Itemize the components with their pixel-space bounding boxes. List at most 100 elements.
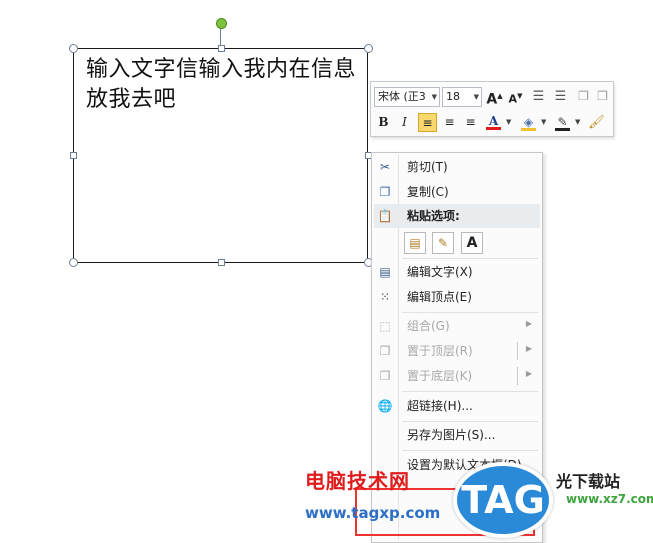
font-size-select[interactable]: 18 ▼ [442, 87, 482, 107]
font-name-value: 宋体 (正3 [378, 90, 426, 103]
menu-item-edit-text[interactable]: ▤ 编辑文字(X) [374, 260, 540, 284]
resize-handle-bottom-left[interactable] [69, 258, 78, 267]
menu-item-save-as-picture[interactable]: 另存为图片(S)... [374, 423, 540, 447]
menu-item-edit-points[interactable]: ⁙ 编辑顶点(E) [374, 285, 540, 309]
hyperlink-icon: 🌐 [377, 399, 393, 413]
outline-color-swatch [555, 128, 570, 131]
menu-item-label: 编辑顶点(E) [407, 290, 472, 304]
bring-forward-button[interactable]: ❐ [574, 87, 593, 106]
watermark-title: 电脑技术网 [305, 469, 410, 493]
split-divider [517, 367, 518, 385]
menu-item-label: 组合(G) [407, 319, 450, 333]
font-name-select[interactable]: 宋体 (正3 ▼ [374, 87, 440, 107]
menu-item-label: 编辑文字(X) [407, 265, 473, 279]
menu-item-label: 粘贴选项: [407, 209, 460, 223]
format-painter-button[interactable]: 🖌 [587, 113, 606, 132]
chevron-down-icon: ▼ [473, 93, 479, 101]
pen-icon: ✎ [557, 115, 568, 129]
paste-keep-formatting-button[interactable]: ✎ [432, 232, 454, 254]
menu-item-send-to-back[interactable]: ❐ 置于底层(K) ▶ [374, 364, 540, 388]
paste-clipboard-icon: ▤ [409, 236, 421, 250]
watermark-logo: TAG [453, 462, 553, 538]
bring-forward-icon: ❐ [578, 89, 589, 103]
resize-handle-bottom[interactable] [218, 259, 225, 266]
increase-indent-icon: ☰ [554, 89, 567, 104]
menu-item-cut[interactable]: ✂ 剪切(T) [374, 155, 540, 179]
menu-item-label: 另存为图片(S)... [407, 428, 496, 442]
paste-format-icon: ✎ [437, 236, 449, 250]
resize-handle-top-right[interactable] [364, 44, 373, 53]
chevron-down-icon: ▼ [431, 93, 437, 101]
paste-icon: 📋 [377, 209, 393, 223]
chevron-down-icon[interactable]: ▼ [575, 118, 580, 126]
submenu-arrow-icon: ▶ [525, 319, 532, 328]
italic-icon: I [402, 115, 407, 129]
menu-separator [402, 421, 538, 422]
menu-item-group[interactable]: ⬚ 组合(G) ▶ [374, 314, 540, 338]
paste-text-icon: A [466, 235, 478, 251]
font-color-icon: A [488, 114, 499, 128]
decrease-indent-button[interactable]: ☰ [529, 87, 548, 106]
menu-item-label: 超链接(H)... [407, 399, 473, 413]
rotate-handle[interactable] [216, 18, 227, 29]
resize-handle-top-left[interactable] [69, 44, 78, 53]
menu-item-bring-to-front[interactable]: ❐ 置于顶层(R) ▶ [374, 339, 540, 363]
menu-item-label: 置于顶层(R) [407, 344, 473, 358]
shrink-font-button[interactable]: A▼ [506, 87, 525, 106]
bring-to-front-icon: ❐ [379, 344, 391, 358]
align-right-icon: ≡ [465, 115, 476, 129]
text-box-content[interactable]: 输入文字信输入我内在信息放我去吧 [86, 55, 357, 115]
text-box[interactable]: 输入文字信输入我内在信息放我去吧 [73, 48, 368, 263]
menu-item-label: 复制(C) [407, 185, 449, 199]
send-backward-button[interactable]: ❐ [593, 87, 612, 106]
copy-icon: ❐ [379, 185, 391, 199]
menu-separator [402, 312, 538, 313]
watermark-url: www.tagxp.com [305, 504, 441, 522]
paste-use-theme-button[interactable]: ▤ [404, 232, 426, 254]
group-icon: ⬚ [379, 319, 391, 333]
mini-toolbar: 宋体 (正3 ▼ 18 ▼ A▲ A▼ ☰ ☰ ❐ ❐ B I ≡ ≡ ≡ A … [370, 81, 614, 137]
format-painter-icon: 🖌 [588, 115, 605, 130]
scissors-icon: ✂ [379, 160, 391, 174]
watermark-site: 光下载站 [556, 472, 621, 491]
bold-button[interactable]: B [374, 113, 393, 132]
send-backward-icon: ❐ [597, 89, 608, 103]
submenu-arrow-icon[interactable]: ▶ [526, 369, 532, 378]
font-size-value: 18 [446, 90, 460, 103]
edit-points-icon: ⁙ [379, 290, 391, 304]
send-to-back-icon: ❐ [379, 369, 391, 383]
chevron-down-icon[interactable]: ▼ [506, 118, 511, 126]
increase-indent-button[interactable]: ☰ [551, 87, 570, 106]
outline-color-button[interactable]: ✎ [553, 113, 572, 132]
bold-icon: B [378, 115, 389, 129]
menu-item-label: 剪切(T) [407, 160, 448, 174]
align-center-icon: ≡ [444, 115, 455, 129]
align-left-icon: ≡ [422, 116, 433, 130]
menu-item-label: 置于底层(K) [407, 369, 473, 383]
edit-text-icon: ▤ [379, 265, 391, 279]
menu-item-paste-options: 📋 粘贴选项: [374, 204, 540, 228]
align-left-button[interactable]: ≡ [418, 113, 437, 132]
fill-color-swatch [521, 128, 536, 131]
menu-separator [402, 258, 538, 259]
submenu-arrow-icon[interactable]: ▶ [526, 344, 532, 353]
resize-handle-left[interactable] [70, 152, 77, 159]
watermark-site-url: www.xz7.com [566, 492, 653, 506]
paste-text-only-button[interactable]: A [461, 232, 483, 254]
resize-handle-top[interactable] [218, 45, 225, 52]
menu-separator [402, 391, 538, 392]
split-divider [517, 342, 518, 360]
fill-color-button[interactable]: ◈ [519, 113, 538, 132]
font-color-button[interactable]: A [484, 112, 503, 131]
menu-separator [402, 450, 538, 451]
align-right-button[interactable]: ≡ [461, 113, 480, 132]
shrink-font-icon: A [508, 92, 518, 106]
chevron-down-icon[interactable]: ▼ [541, 118, 546, 126]
menu-item-hyperlink[interactable]: 🌐 超链接(H)... [374, 394, 540, 418]
decrease-indent-icon: ☰ [532, 89, 545, 104]
font-color-swatch [486, 127, 501, 130]
italic-button[interactable]: I [395, 113, 414, 132]
menu-item-copy[interactable]: ❐ 复制(C) [374, 180, 540, 204]
align-center-button[interactable]: ≡ [440, 113, 459, 132]
grow-font-button[interactable]: A▲ [485, 87, 504, 108]
